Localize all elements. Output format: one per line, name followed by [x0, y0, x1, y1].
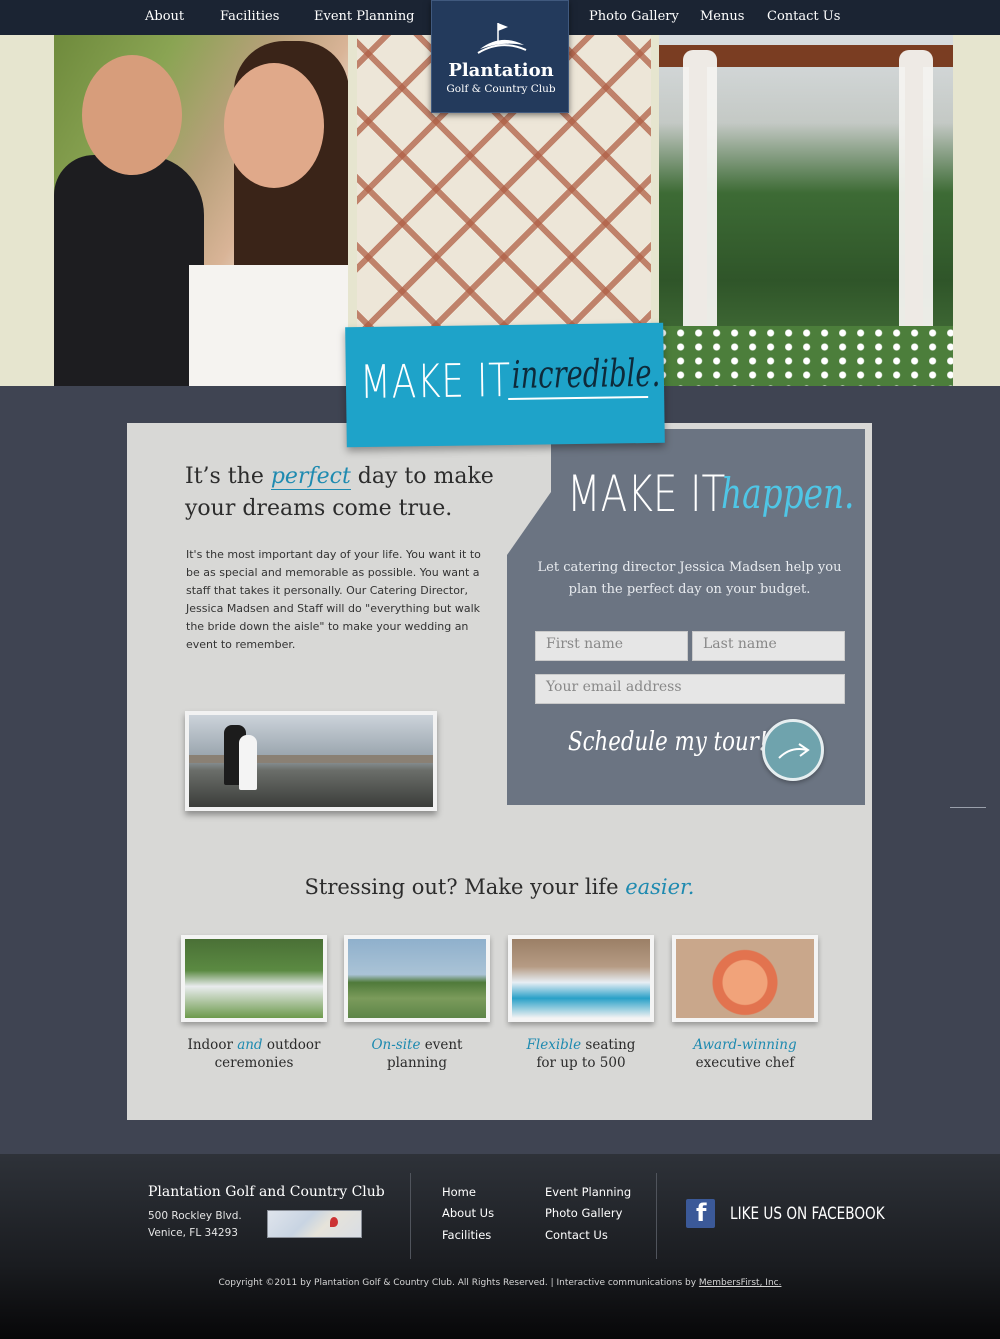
- facebook-like-link[interactable]: LIKE US ON FACEBOOK: [730, 1204, 885, 1224]
- feature-caption: Flexible seating for up to 500: [526, 1037, 636, 1071]
- headline-accent: perfect: [270, 464, 351, 490]
- nav-contact-us[interactable]: Contact Us: [767, 9, 840, 24]
- first-name-field[interactable]: First name: [535, 631, 688, 661]
- feature-caption: On-site event planning: [371, 1037, 463, 1071]
- nav-menus[interactable]: Menus: [700, 9, 744, 24]
- footer-link-contact-us[interactable]: Contact Us: [545, 1228, 608, 1242]
- hero-photo-couple: [54, 35, 348, 386]
- feature-onsite-planning: On-site event planning: [344, 935, 490, 1072]
- tagline-accent: incredible.: [511, 350, 661, 397]
- main-panel: It’s the perfect day to make your dreams…: [127, 423, 872, 1120]
- footer-link-photo-gallery[interactable]: Photo Gallery: [545, 1206, 622, 1220]
- address-line-2: Venice, FL 34293: [148, 1227, 238, 1239]
- form-title-lead: MAKE IT: [567, 465, 726, 523]
- footer-link-home[interactable]: Home: [442, 1185, 476, 1199]
- footer-link-event-planning[interactable]: Event Planning: [545, 1185, 631, 1199]
- facebook-icon[interactable]: f: [686, 1199, 715, 1228]
- footer: Plantation Golf and Country Club 500 Roc…: [0, 1154, 1000, 1339]
- last-name-field[interactable]: Last name: [692, 631, 845, 661]
- headline-pre: It’s the: [185, 464, 264, 489]
- footer-divider: [410, 1173, 411, 1259]
- course-photo: [348, 939, 486, 1018]
- easier-accent: easier.: [625, 875, 695, 899]
- food-photo: [676, 939, 814, 1018]
- intro-body: It's the most important day of your life…: [186, 548, 481, 651]
- tagline-lead: MAKE IT: [359, 352, 512, 410]
- credit-link[interactable]: MembersFirst, Inc.: [699, 1278, 782, 1288]
- nav-photo-gallery[interactable]: Photo Gallery: [589, 9, 679, 24]
- easier-heading: Stressing out? Make your life easier.: [127, 875, 872, 899]
- decorative-line: [950, 807, 986, 808]
- tagline-banner: MAKE IT incredible.: [345, 322, 665, 448]
- golf-flag-icon: [477, 23, 527, 54]
- logo-subtitle: Golf & Country Club: [446, 83, 556, 95]
- copyright: Copyright ©2011 by Plantation Golf & Cou…: [0, 1278, 1000, 1288]
- ceremony-photo: [185, 939, 323, 1018]
- nav-facilities[interactable]: Facilities: [220, 9, 279, 24]
- form-notch: [507, 429, 551, 555]
- couple-pier-photo: [185, 711, 437, 811]
- feature-chef: Award-winning executive chef: [672, 935, 818, 1072]
- schedule-tour-label[interactable]: Schedule my tour!: [568, 727, 767, 757]
- address-line-1: 500 Rockley Blvd.: [148, 1210, 242, 1222]
- form-title-accent: happen.: [721, 469, 855, 518]
- feature-caption: Award-winning executive chef: [693, 1037, 797, 1071]
- site-logo[interactable]: Plantation Golf & Country Club: [431, 0, 569, 113]
- map-thumbnail[interactable]: [267, 1210, 362, 1238]
- email-field[interactable]: Your email address: [535, 674, 845, 704]
- footer-link-about-us[interactable]: About Us: [442, 1206, 494, 1220]
- feature-ceremonies: Indoor and outdoor ceremonies: [181, 935, 327, 1072]
- easier-lead: Stressing out? Make your life: [304, 875, 619, 899]
- ballroom-photo: [512, 939, 650, 1018]
- feature-seating: Flexible seating for up to 500: [508, 935, 654, 1072]
- feature-caption: Indoor and outdoor ceremonies: [187, 1037, 321, 1071]
- copyright-text: Copyright ©2011 by Plantation Golf & Cou…: [218, 1278, 697, 1288]
- footer-link-facilities[interactable]: Facilities: [442, 1228, 491, 1242]
- logo-name: Plantation: [448, 60, 554, 81]
- nav-about[interactable]: About: [145, 9, 184, 24]
- form-description: Let catering director Jessica Madsen hel…: [537, 560, 842, 597]
- submit-button[interactable]: [762, 719, 824, 781]
- hero-photo-arch: [659, 35, 953, 386]
- nav-event-planning[interactable]: Event Planning: [314, 9, 415, 24]
- arrow-right-icon: [778, 743, 810, 759]
- intro-headline: It’s the perfect day to make your dreams…: [185, 461, 515, 525]
- footer-club-name: Plantation Golf and Country Club: [148, 1184, 385, 1200]
- footer-divider: [656, 1173, 657, 1259]
- footer-address: 500 Rockley Blvd. Venice, FL 34293: [148, 1208, 242, 1242]
